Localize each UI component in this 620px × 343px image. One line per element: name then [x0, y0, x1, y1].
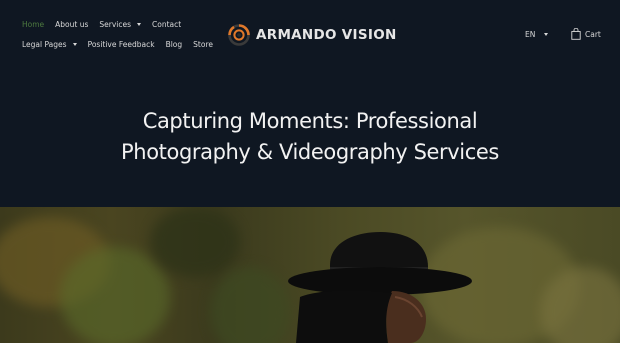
nav-contact-label: Contact — [152, 20, 182, 29]
caret-down-icon — [544, 33, 549, 36]
main-nav-row-2: Legal Pages Positive Feedback Blog Store — [22, 40, 224, 49]
nav-services-label: Services — [99, 20, 132, 29]
nav-item-home[interactable]: Home — [22, 20, 44, 29]
camera-aperture-icon — [228, 24, 250, 46]
nav-item-services[interactable]: Services — [99, 20, 142, 29]
hero-title-line-1: Capturing Moments: Professional — [142, 109, 478, 133]
nav-item-about-us[interactable]: About us — [55, 20, 88, 29]
nav-item-legal-pages[interactable]: Legal Pages — [22, 40, 77, 49]
nav-item-positive-feedback[interactable]: Positive Feedback — [88, 40, 155, 49]
hero-title: Capturing Moments: Professional Photogra… — [0, 106, 620, 168]
nav-item-contact[interactable]: Contact — [152, 20, 181, 29]
nav-home-label: Home — [22, 20, 45, 29]
nav-feedback-label: Positive Feedback — [87, 40, 155, 49]
hero-title-line-2: Photography & Videography Services — [121, 140, 499, 164]
hero-photo — [0, 207, 620, 343]
shopping-bag-icon — [571, 28, 581, 40]
caret-down-icon — [72, 43, 77, 46]
nav-item-blog[interactable]: Blog — [166, 40, 183, 49]
caret-down-icon — [137, 23, 142, 26]
nav-legal-label: Legal Pages — [22, 40, 67, 49]
language-selector[interactable]: EN — [525, 30, 549, 39]
nav-about-label: About us — [55, 20, 89, 29]
cart-label: Cart — [585, 29, 601, 39]
language-selected: EN — [525, 30, 536, 39]
nav-blog-label: Blog — [165, 40, 183, 49]
nav-store-label: Store — [193, 40, 213, 49]
cart-button[interactable]: Cart — [571, 28, 601, 40]
site-header: Home About us Services Contact Legal Pag… — [0, 0, 620, 70]
photographer-silhouette — [288, 232, 472, 343]
main-nav-row-1: Home About us Services Contact — [22, 20, 192, 29]
nav-item-store[interactable]: Store — [193, 40, 213, 49]
brand-name: ARMANDO VISION — [256, 27, 397, 43]
brand-logo[interactable]: ARMANDO VISION — [228, 24, 397, 46]
